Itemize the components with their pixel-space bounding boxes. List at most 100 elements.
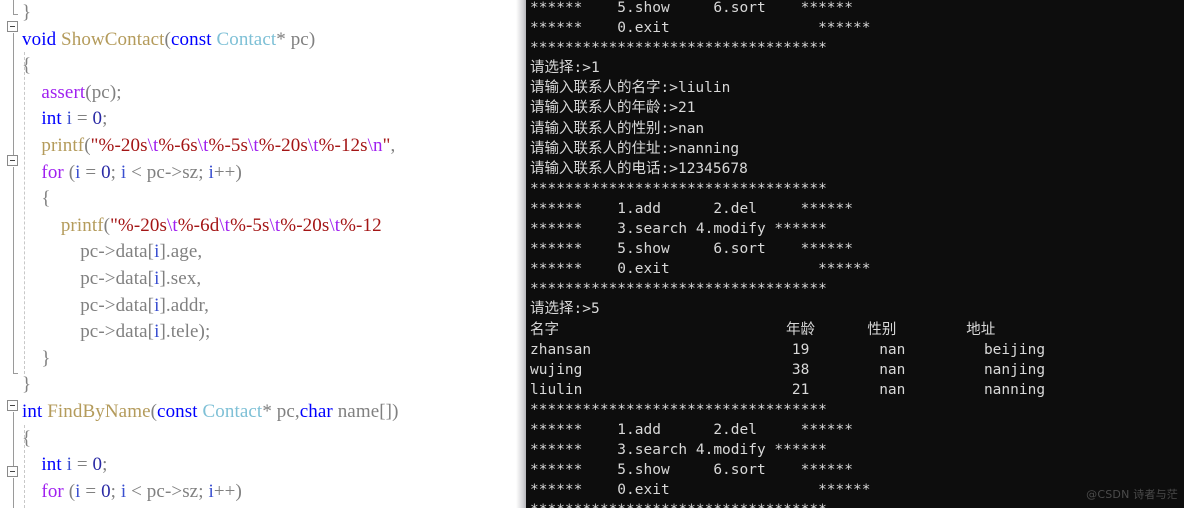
code-token-kw: void bbox=[22, 28, 57, 50]
code-token-plain: pc->data[ bbox=[80, 294, 155, 316]
code-editor-pane[interactable]: } void ShowContact(const Contact* pc){ as… bbox=[0, 0, 526, 508]
code-token-plain: pc->data[ bbox=[80, 241, 155, 263]
code-token-plain: ].tele); bbox=[159, 321, 211, 343]
code-token-plain: ++) bbox=[213, 161, 242, 183]
code-lines[interactable]: } void ShowContact(const Contact* pc){ as… bbox=[22, 0, 526, 508]
code-token-plain: } bbox=[22, 2, 32, 23]
code-token-plain: ].age, bbox=[159, 241, 203, 263]
code-line[interactable]: int i = 0; bbox=[22, 452, 526, 479]
console-line: ****** 3.search 4.modify ****** bbox=[530, 221, 827, 238]
code-token-kw: int bbox=[41, 108, 62, 130]
console-line: ****** 5.show 6.sort ****** bbox=[530, 0, 854, 16]
screenshot-root: } void ShowContact(const Contact* pc){ as… bbox=[0, 0, 1184, 508]
console-line: ****** 3.search 4.modify ****** bbox=[530, 442, 827, 459]
code-line[interactable]: int i = 0; bbox=[22, 106, 526, 133]
code-line[interactable]: { bbox=[22, 186, 526, 213]
console-output: ****** 5.show 6.sort ****** ****** 0.exit… bbox=[530, 0, 1184, 508]
code-token-kw: int bbox=[41, 454, 62, 476]
watermark: @CSDN 诗者与茫 bbox=[1086, 488, 1178, 501]
code-token-ctl: \n bbox=[367, 134, 383, 156]
code-token-fn: ShowContact bbox=[61, 28, 165, 50]
code-line[interactable]: for (i = 0; i < pc->sz; i++) bbox=[22, 160, 526, 187]
code-token-num: 0 bbox=[92, 108, 103, 130]
code-token-plain: = bbox=[72, 108, 93, 130]
code-line[interactable]: void ShowContact(const Contact* pc) bbox=[22, 27, 526, 54]
code-token-plain: { bbox=[41, 188, 51, 210]
code-token-str: %-20s bbox=[280, 214, 330, 236]
code-line[interactable]: int FindByName(const Contact* pc,char na… bbox=[22, 399, 526, 426]
console-line: 请输入联系人的名字:>liulin bbox=[530, 80, 731, 97]
code-line[interactable]: { bbox=[22, 426, 526, 453]
code-line[interactable]: pc->data[i].age, bbox=[22, 239, 526, 266]
code-token-ctl: \t bbox=[248, 134, 259, 156]
code-token-kw: const bbox=[157, 400, 198, 422]
collapse-icon-for-loop[interactable] bbox=[7, 155, 18, 166]
collapse-icon-for-loop-2[interactable] bbox=[7, 466, 18, 477]
console-line: ****** 0.exit ****** bbox=[530, 20, 871, 37]
code-token-ctl: for bbox=[41, 480, 64, 502]
code-line[interactable]: for (i = 0; i < pc->sz; i++) bbox=[22, 479, 526, 506]
code-token-plain: name[]) bbox=[332, 400, 399, 422]
console-line: 请输入联系人的性别:>nan bbox=[530, 120, 705, 137]
code-line[interactable]: assert(pc); bbox=[22, 80, 526, 107]
console-line: 请输入联系人的年龄:>21 bbox=[530, 100, 696, 117]
fold-bracket-end bbox=[13, 14, 18, 15]
code-token-ctl: \t bbox=[329, 214, 341, 236]
code-token-fn: FindByName bbox=[47, 400, 151, 422]
code-line[interactable]: { bbox=[22, 53, 526, 80]
code-line[interactable]: printf("%-20s\t%-6d\t%-5s\t%-20s\t%-12 bbox=[22, 213, 526, 240]
console-line: ****** 1.add 2.del ****** bbox=[530, 421, 854, 438]
code-token-ctl: \t bbox=[219, 214, 231, 236]
code-token-ctl: \t bbox=[166, 214, 178, 236]
console-pane[interactable]: ****** 5.show 6.sort ****** ****** 0.exit… bbox=[526, 0, 1184, 508]
code-line[interactable]: } bbox=[22, 372, 526, 399]
code-line[interactable]: } bbox=[22, 0, 526, 27]
code-token-plain: ; bbox=[110, 480, 121, 502]
console-line: 请输入联系人的电话:>12345678 bbox=[530, 160, 748, 177]
code-token-plain: { bbox=[22, 55, 32, 77]
code-line[interactable]: pc->data[i].addr, bbox=[22, 293, 526, 320]
collapse-icon-showcontact[interactable] bbox=[7, 21, 18, 32]
code-token-plain: } bbox=[22, 374, 32, 396]
console-line: ****** 5.show 6.sort ****** bbox=[530, 462, 854, 479]
table-row: liulin 21 nan nanning 12345678 bbox=[530, 381, 1046, 398]
console-line: 请输入联系人的住址:>nanning bbox=[530, 140, 740, 157]
code-token-type: Contact bbox=[216, 28, 277, 50]
code-line[interactable]: pc->data[i].sex, bbox=[22, 266, 526, 293]
collapse-icon-findbyname[interactable] bbox=[7, 400, 18, 411]
fold-bracket-line bbox=[13, 33, 14, 161]
code-token-plain: = bbox=[72, 454, 93, 476]
code-token-plain: < pc->sz; bbox=[126, 161, 209, 183]
fold-bracket-line bbox=[13, 478, 14, 508]
code-token-ctl: \t bbox=[197, 134, 209, 156]
console-line: ********************************** bbox=[530, 40, 827, 57]
code-line[interactable]: pc->data[i].tele); bbox=[22, 319, 526, 346]
fold-bracket-line bbox=[13, 412, 14, 467]
console-line: ********************************** bbox=[530, 401, 827, 418]
code-line[interactable]: printf("%-20s\t%-6s\t%-5s\t%-20s\t%-12s\… bbox=[22, 133, 526, 160]
code-token-str: "%-20s bbox=[90, 134, 148, 156]
code-token-str: " bbox=[382, 134, 391, 156]
code-token-plain: ; bbox=[110, 161, 121, 183]
code-token-plain: ; bbox=[102, 108, 108, 130]
console-line: ****** 5.show 6.sort ****** bbox=[530, 241, 854, 258]
code-token-plain: * pc) bbox=[276, 28, 316, 50]
code-token-plain: ++) bbox=[213, 480, 242, 502]
code-token-str: %-20s bbox=[258, 134, 308, 156]
console-line: ****** 0.exit ****** bbox=[530, 261, 871, 278]
code-token-ctl: \t bbox=[269, 214, 281, 236]
code-token-num: 0 bbox=[101, 161, 111, 183]
fold-bracket-line bbox=[13, 167, 14, 373]
code-line[interactable]: } bbox=[22, 346, 526, 373]
code-token-ctl: for bbox=[41, 161, 64, 183]
table-row: wujing 38 nan nanjing 88888888 bbox=[530, 361, 1046, 378]
